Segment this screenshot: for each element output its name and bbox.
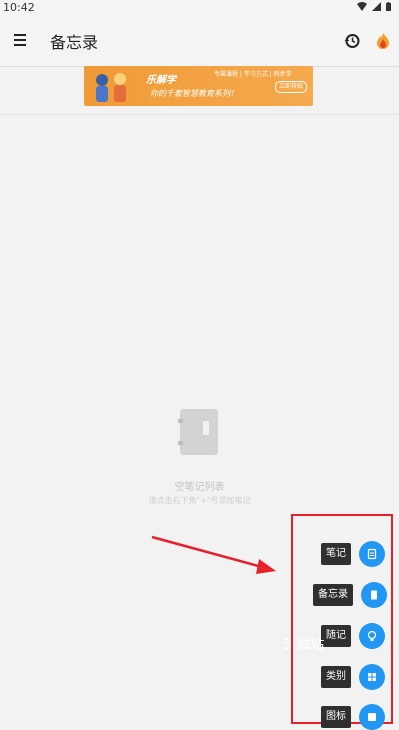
fab-icon-button[interactable] [359,704,385,730]
divider [0,114,399,115]
status-bar: 10:42 [0,0,399,16]
fire-gift-icon[interactable] [374,32,392,50]
fab-label-icon[interactable]: 图标 [321,706,351,728]
app-bar: 备忘录 [0,16,399,67]
grid-icon [368,673,376,681]
fab-row-category[interactable]: 类别 [321,664,385,690]
image-icon [368,713,376,721]
fab-memo-button[interactable] [361,582,387,608]
signal-icon [372,2,381,11]
empty-state-title: 空笔记列表 [174,482,225,493]
fab-category-button[interactable] [359,664,385,690]
empty-notebook-icon [178,409,218,455]
ad-banner[interactable]: 乐解学 你的千套智慧教育系列！ 专属课程 | 学习方式 | 同步学 立即获取 [84,66,313,106]
banner-button[interactable]: 立即获取 [275,81,307,93]
memo-icon [371,590,377,600]
banner-subtitle: 你的千套智慧教育系列！ [150,89,238,98]
fab-label-note[interactable]: 笔记 [321,543,351,565]
fab-jotting-button[interactable] [359,623,385,649]
empty-state-hint: 请点击右下角"+"号添加笔记 [148,496,251,505]
fab-row-jotting[interactable]: 随记 [321,623,385,649]
fab-row-icon[interactable]: 图标 [321,704,385,730]
lightbulb-icon [367,630,377,641]
history-icon[interactable] [343,32,361,50]
page-title: 备忘录 [50,33,99,52]
note-icon [367,548,377,560]
fab-note-button[interactable] [359,541,385,567]
fab-label-memo[interactable]: 备忘录 [313,584,353,606]
fab-row-memo[interactable]: 备忘录 [313,582,387,608]
battery-icon [386,2,391,11]
wifi-icon [357,2,367,11]
watermark: 3 载站 [283,637,325,653]
fab-label-jotting[interactable]: 随记 [321,625,351,647]
menu-icon[interactable] [14,34,26,46]
status-icons [357,2,391,11]
fab-row-note[interactable]: 笔记 [321,541,385,567]
banner-illustration [96,73,126,102]
status-time: 10:42 [3,1,35,14]
fab-label-category[interactable]: 类别 [321,666,351,688]
banner-title: 乐解学 [146,75,176,86]
banner-tags: 专属课程 | 学习方式 | 同步学 [214,71,292,78]
